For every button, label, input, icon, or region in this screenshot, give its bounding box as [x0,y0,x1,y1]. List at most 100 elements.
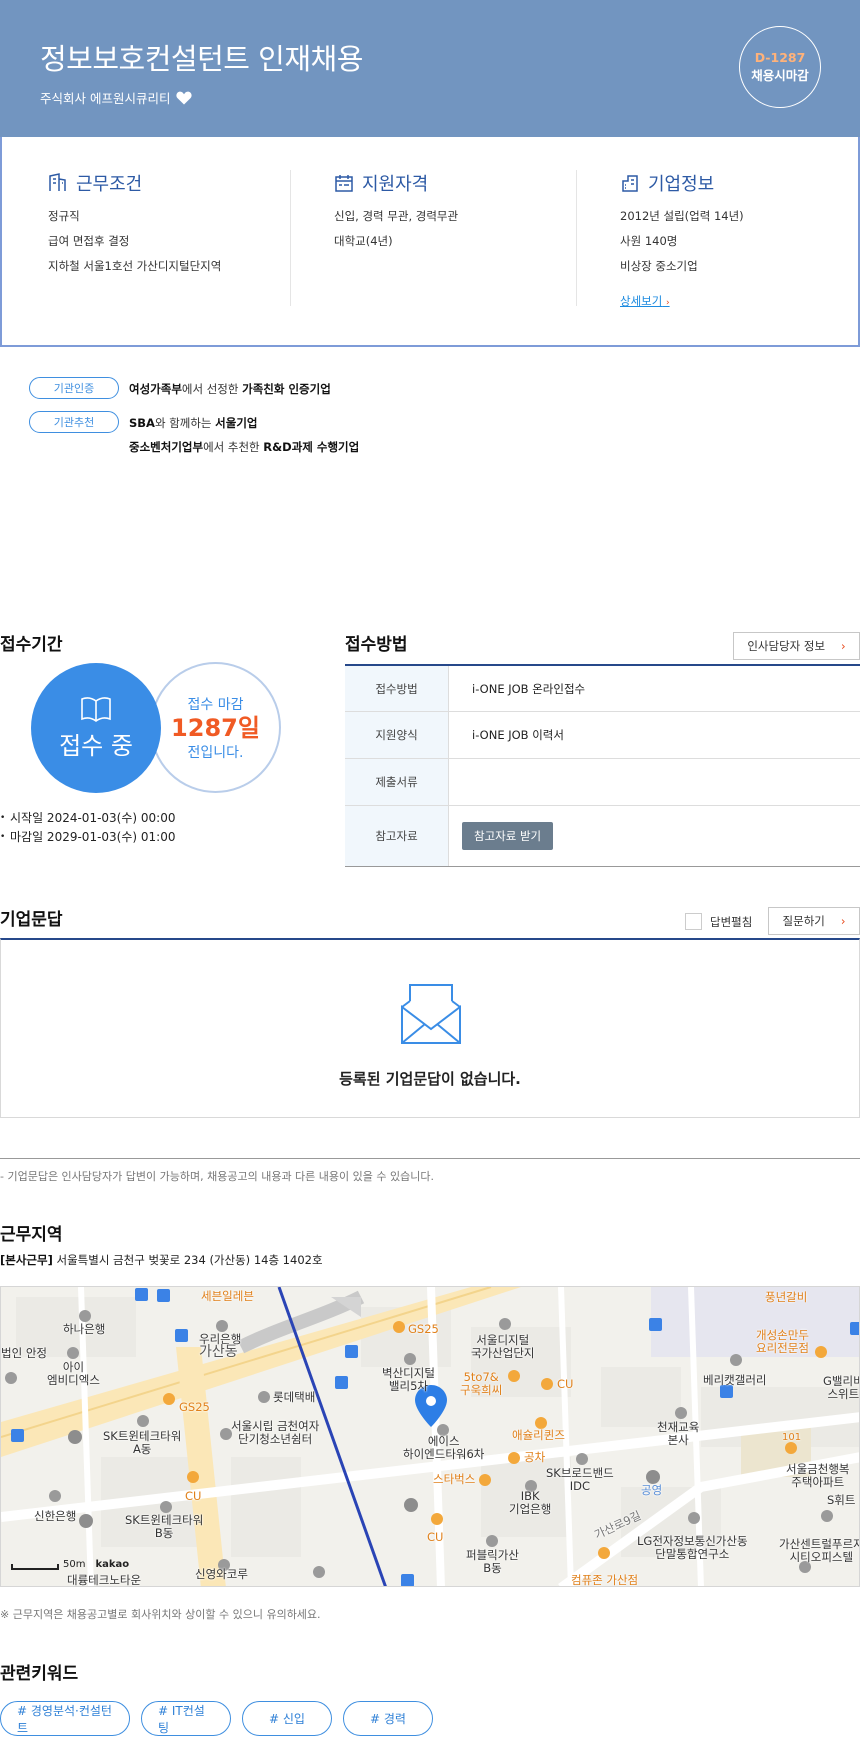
period-dates: 시작일 2024-01-03(수) 00:00 마감일 2029-01-03(수… [0,809,175,847]
map[interactable]: 세븐일레븐 하나은행 우리은행 가산동 법인 안정 아이 엠비디엑스 롯데택배 … [0,1286,860,1587]
keyword-tag[interactable]: # IT컨설팅 [141,1701,231,1736]
cert-row: 기관추천 SBA와 함께하는 서울기업 중소벤처기업부에서 추천한 R&D과제 … [29,411,829,459]
address-tag: [본사근무] [0,1253,53,1267]
work-line: 정규직 [48,209,80,223]
table-row: 제출서류 [345,759,860,806]
expand-answers-toggle[interactable]: 답변펼침 [685,913,752,930]
building-icon [49,173,66,191]
keyword-tag[interactable]: # 경영분석·컨설턴트 [0,1701,130,1736]
map-label: 가산동 [199,1344,238,1360]
kakao-logo: kakao [95,1559,130,1570]
company-line: 비상장 중소기업 [620,259,698,273]
map-label: IBK 기업은행 [509,1489,552,1516]
keyword-tag[interactable]: # 경력 [343,1701,433,1736]
status-text: 접수 중 [59,731,133,760]
checkbox[interactable] [685,913,702,930]
qualify-line: 신입, 경력 무관, 경력무관 [334,209,459,223]
chevron-right-icon: › [840,914,846,928]
row-key: 참고자료 [345,806,448,866]
hr-info-button[interactable]: 인사담당자 정보 › [733,632,860,660]
map-label: 서울디지털 국가산업단지 [471,1333,535,1360]
end-date: 마감일 2029-01-03(수) 01:00 [0,828,175,847]
keywords-title: 관련키워드 [0,1664,79,1684]
qualify-line: 대학교(4년) [334,234,393,248]
map-label: 스타벅스 [433,1472,476,1486]
map-label: CU [557,1377,574,1391]
map-label: S휘트 [827,1493,856,1507]
divider [290,170,291,306]
heart-icon[interactable] [176,91,193,105]
qualifications-heading: 지원자격 [334,170,614,196]
map-label: CU [185,1489,202,1503]
row-key: 접수방법 [345,666,448,711]
status-circle: 접수 중 [31,663,161,793]
period-title: 접수기간 [0,635,63,655]
map-label: 서울금천행복 주택아파트 [786,1462,850,1489]
row-value: i-ONE JOB 이력서 [448,712,860,758]
map-label: 가산센트럴푸르지 시티오피스텔 [779,1537,860,1564]
map-label: 롯데택배 [273,1390,316,1404]
row-value: 참고자료 받기 [448,806,860,866]
company-line: 사원 140명 [620,234,678,248]
method-table: 접수방법 i-ONE JOB 온라인접수 지원양식 i-ONE JOB 이력서 … [345,664,860,867]
map-label: 애슐리퀸즈 [512,1428,565,1442]
map-label: 법인 안정 [1,1346,47,1360]
map-label: 신영와코루 [195,1567,248,1581]
map-label: SK트윈테크타워 B동 [125,1513,204,1540]
work-conditions-heading: 근무조건 [48,170,328,196]
map-label: 하나은행 [63,1322,106,1336]
qa-empty-message: 등록된 기업문답이 없습니다. [339,1070,521,1088]
qa-empty-box [0,938,860,1118]
map-label: 대륭테크노타운 [67,1573,142,1587]
envelope-icon [401,984,461,1044]
map-label: G밸리비 스위트 [823,1374,860,1401]
deadline-circle: 접수 마감 1287일 전입니다. [150,662,281,793]
qualifications: 지원자격 신입, 경력 무관, 경력무관 대학교(4년) [334,170,614,254]
method-title: 접수방법 [345,635,408,655]
company-line: 2012년 설립(업력 14년) [620,209,744,223]
map-scale: 50m kakao [11,1559,129,1570]
office-icon [622,175,638,192]
map-label: GS25 [408,1322,439,1336]
keyword-list: # 경영분석·컨설턴트 # IT컨설팅 # 신입 # 경력 [0,1701,433,1736]
dday-count: D-1287 [754,50,806,65]
deadline-suffix: 전입니다. [187,744,244,761]
cert-badge: 기관인증 [29,377,119,399]
deadline-days: 1287일 [171,713,260,742]
dday-label: 채용시마감 [751,68,809,83]
row-value [448,759,860,805]
job-header: 정보보호컨설턴트 인재채용 주식회사 에프원시큐리티 D-1287 채용시마감 [0,0,860,137]
map-label: GS25 [179,1400,210,1414]
map-label: 풍년갈비 [765,1290,808,1304]
dday-badge: D-1287 채용시마감 [739,26,821,108]
job-summary-box: 근무조건 정규직 급여 면접후 결정 지하철 서울1호선 가산디지털단지역 지원… [0,137,860,347]
download-reference-button[interactable]: 참고자료 받기 [462,822,554,850]
map-label: 퍼블릭가산 B동 [466,1548,519,1575]
job-title: 정보보호컨설턴트 인재채용 [40,42,363,76]
chevron-right-icon: › [841,639,846,653]
map-label: 에이스 하이엔드타워6차 [403,1434,485,1461]
map-label: 개성손만두 요리전문점 [756,1328,809,1355]
map-label: 신한은행 [34,1509,77,1523]
map-label: 컴퓨존 가산점 [571,1573,639,1587]
qa-title: 기업문답 [0,910,63,930]
keyword-tag[interactable]: # 신입 [242,1701,332,1736]
calendar-icon [335,175,353,192]
map-note: ※ 근무지역은 채용공고별로 회사위치와 상이할 수 있으니 유의하세요. [0,1608,321,1621]
row-value: i-ONE JOB 온라인접수 [448,666,860,711]
cert-row: 기관인증 여성가족부에서 선정한 가족친화 인증기업 [29,377,829,401]
company-name[interactable]: 주식회사 에프원시큐리티 [40,88,170,107]
map-label: 서울시립 금천여자 단기청소년쉼터 [231,1419,320,1446]
map-label: LG전자정보통신가산동 단말통합연구소 [637,1534,748,1561]
map-label: SK브로드밴드 IDC [546,1466,614,1493]
table-row: 지원양식 i-ONE JOB 이력서 [345,712,860,759]
map-label: 세븐일레븐 [201,1289,254,1303]
row-key: 지원양식 [345,712,448,758]
company-info: 기업정보 2012년 설립(업력 14년) 사원 140명 비상장 중소기업 상… [620,170,860,309]
ask-question-button[interactable]: 질문하기 › [768,907,860,935]
map-label: 5to7& 구욱희씨 [460,1370,503,1397]
book-icon [81,696,111,722]
map-label: CU [427,1530,444,1544]
company-name-row: 주식회사 에프원시큐리티 [40,88,193,107]
company-detail-link[interactable]: 상세보기 › [620,293,670,309]
